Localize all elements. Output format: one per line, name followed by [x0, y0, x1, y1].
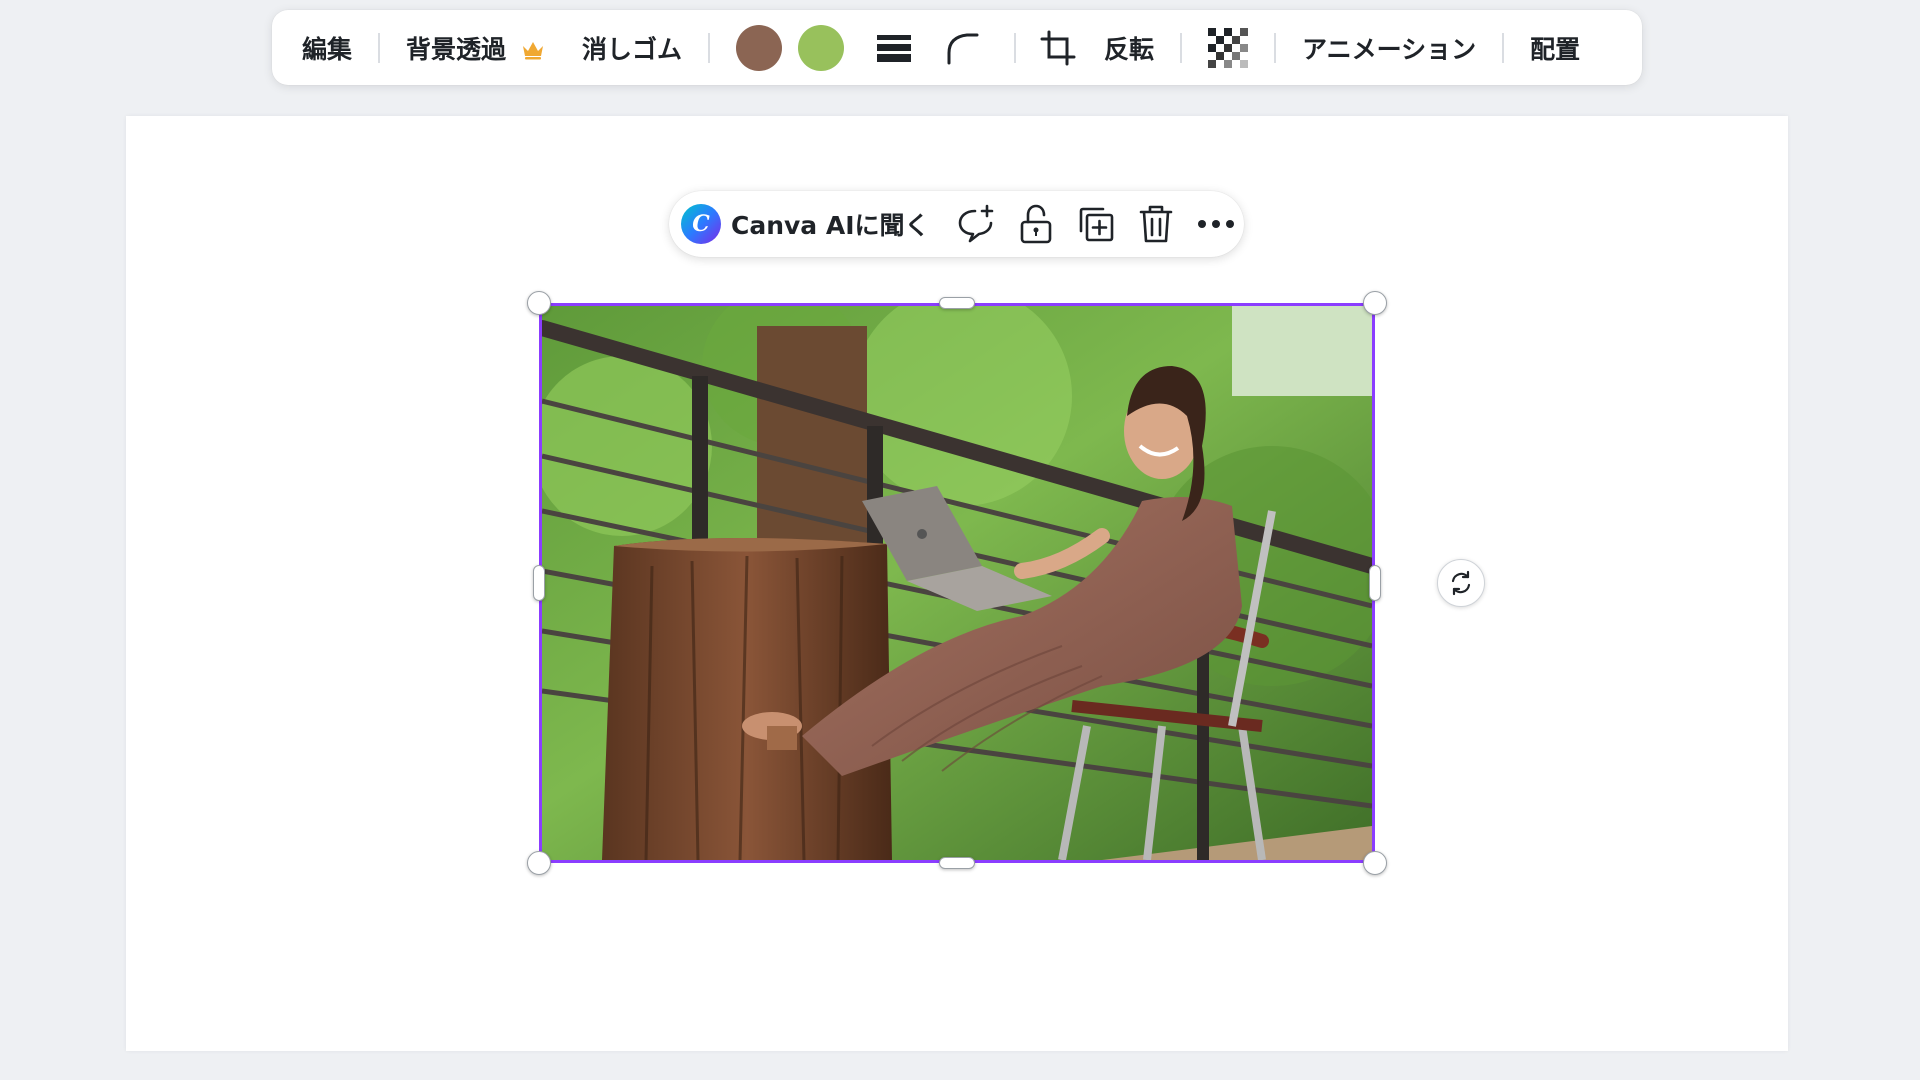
resize-handle-left[interactable]	[533, 565, 545, 601]
resize-handle-top-left[interactable]	[527, 291, 551, 315]
background-remove-button[interactable]: 背景透過	[398, 30, 554, 66]
rotate-icon[interactable]	[1437, 559, 1485, 607]
eraser-button[interactable]: 消しゴム	[574, 30, 690, 66]
position-button[interactable]: 配置	[1522, 30, 1588, 66]
background-remove-label: 背景透過	[406, 34, 507, 64]
crop-icon[interactable]	[1034, 24, 1082, 72]
lock-icon[interactable]	[1014, 202, 1058, 246]
color-swatch-brown[interactable]	[736, 24, 783, 71]
line-weight-icon[interactable]	[870, 24, 918, 72]
resize-handle-right[interactable]	[1369, 565, 1381, 601]
toolbar-divider	[378, 32, 381, 63]
ask-canva-ai-button[interactable]: Canva AIに聞く	[731, 206, 930, 242]
resize-handle-bottom-right[interactable]	[1363, 851, 1387, 875]
resize-handle-bottom[interactable]	[939, 857, 975, 869]
toolbar-divider	[1014, 32, 1017, 63]
toolbar-divider	[1502, 32, 1505, 63]
trash-icon[interactable]	[1134, 202, 1178, 246]
transparency-checker-icon[interactable]	[1204, 24, 1252, 72]
toolbar-divider	[1274, 32, 1277, 63]
add-comment-icon[interactable]	[954, 202, 998, 246]
toolbar-divider	[708, 32, 711, 63]
resize-handle-top[interactable]	[939, 297, 975, 309]
photo-image	[542, 306, 1372, 860]
resize-handle-bottom-left[interactable]	[527, 851, 551, 875]
element-context-bar: C Canva AIに聞く	[669, 191, 1244, 257]
crown-icon	[520, 37, 546, 59]
selected-image[interactable]	[539, 303, 1375, 863]
edit-button[interactable]: 編集	[294, 30, 360, 66]
duplicate-icon[interactable]	[1074, 202, 1118, 246]
canva-ai-icon[interactable]: C	[681, 204, 721, 244]
resize-handle-top-right[interactable]	[1363, 291, 1387, 315]
corner-rounding-icon[interactable]	[938, 24, 986, 72]
flip-button[interactable]: 反転	[1096, 30, 1162, 66]
toolbar-divider	[1180, 32, 1183, 63]
animation-button[interactable]: アニメーション	[1294, 30, 1484, 66]
editor-toolbar: 編集 背景透過 消しゴム 反転 アニメーション 配置	[272, 10, 1642, 85]
more-icon[interactable]	[1194, 202, 1238, 246]
color-swatch-green[interactable]	[798, 24, 845, 71]
